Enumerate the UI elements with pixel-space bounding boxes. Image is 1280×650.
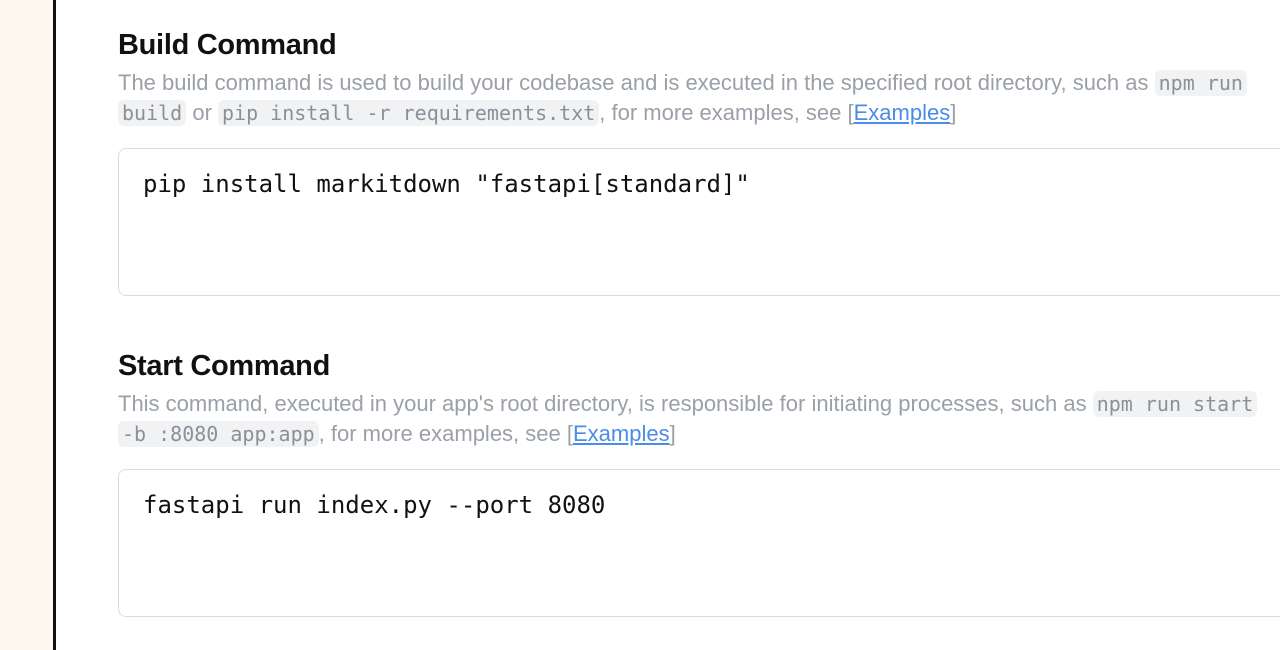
build-desc-close: ] [950,100,957,125]
build-desc-more: , for more examples, see [ [599,100,854,125]
start-desc-code-example: npm run start [1092,391,1258,417]
build-command-description: The build command is used to build your … [118,68,1280,128]
build-command-input[interactable]: pip install markitdown "fastapi[standard… [118,148,1280,296]
start-desc-line-2: -b :8080 app:app, for more examples, see… [118,419,1280,449]
build-desc-code-pip: pip install -r requirements.txt [218,100,600,126]
start-desc-line-1: This command, executed in your app's roo… [118,389,1280,419]
build-desc-text: The build command is used to build your … [118,70,1155,95]
left-gutter [0,0,53,650]
main-panel: Build Command The build command is used … [56,0,1280,650]
build-command-section: Build Command The build command is used … [118,26,1280,296]
build-desc-line-2: build or pip install -r requirements.txt… [118,98,1280,128]
start-examples-link[interactable]: Examples [573,421,670,446]
build-desc-code-example-cont: build [118,100,187,126]
build-examples-link[interactable]: Examples [854,100,951,125]
build-desc-code-example: npm run [1154,70,1247,96]
start-command-section: Start Command This command, executed in … [118,347,1280,617]
start-desc-text: This command, executed in your app's roo… [118,391,1093,416]
build-desc-line-1: The build command is used to build your … [118,68,1280,98]
start-desc-code-example-cont: -b :8080 app:app [118,421,319,447]
build-desc-or: or [186,100,219,125]
start-command-title: Start Command [118,350,331,382]
start-command-description: This command, executed in your app's roo… [118,389,1280,449]
start-command-input[interactable]: fastapi run index.py --port 8080 [118,469,1280,617]
start-desc-more: , for more examples, see [ [318,421,573,446]
start-desc-close: ] [669,421,676,446]
build-command-title: Build Command [118,29,337,61]
